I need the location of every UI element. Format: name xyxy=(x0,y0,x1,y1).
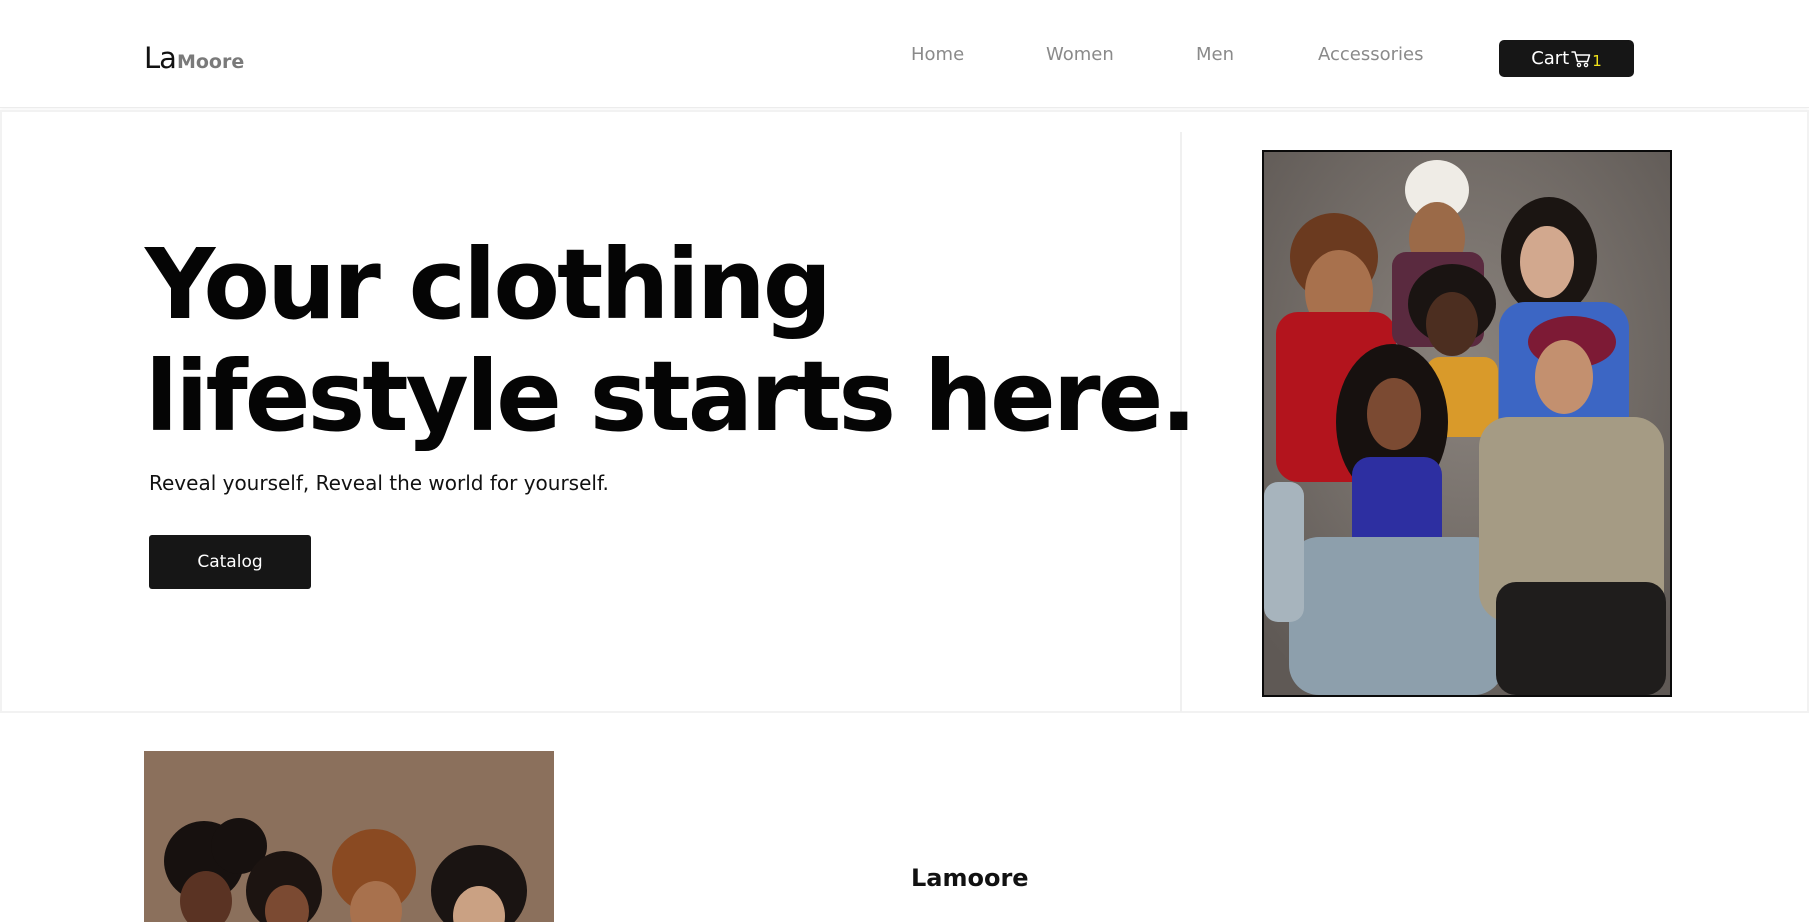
hero-group-photo xyxy=(1262,150,1672,697)
catalog-button[interactable]: Catalog xyxy=(149,535,311,589)
nav-men[interactable]: Men xyxy=(1196,44,1234,65)
cart-label: Cart xyxy=(1531,48,1570,69)
nav-home[interactable]: Home xyxy=(911,44,964,65)
cart-icon xyxy=(1571,50,1591,68)
logo-primary: La xyxy=(144,41,177,75)
hero-title-line-2: lifestyle starts here. xyxy=(145,340,1197,453)
section-heading: Lamoore xyxy=(911,864,1029,892)
cart-count-badge: 1 xyxy=(1592,51,1602,70)
hero-subtitle: Reveal yourself, Reveal the world for yo… xyxy=(149,471,609,495)
logo[interactable]: La Moore xyxy=(144,41,244,75)
section-group-photo xyxy=(144,751,554,922)
hero-title-line-1: Your clothing xyxy=(145,228,832,341)
nav-women[interactable]: Women xyxy=(1046,44,1114,65)
hero-title: Your clothing lifestyle starts here. xyxy=(145,228,1197,453)
nav-accessories[interactable]: Accessories xyxy=(1318,44,1424,65)
logo-secondary: Moore xyxy=(176,51,245,73)
site-header: La Moore Home Women Men Accessories Cart… xyxy=(0,0,1809,108)
cart-button[interactable]: Cart 1 xyxy=(1499,40,1634,77)
